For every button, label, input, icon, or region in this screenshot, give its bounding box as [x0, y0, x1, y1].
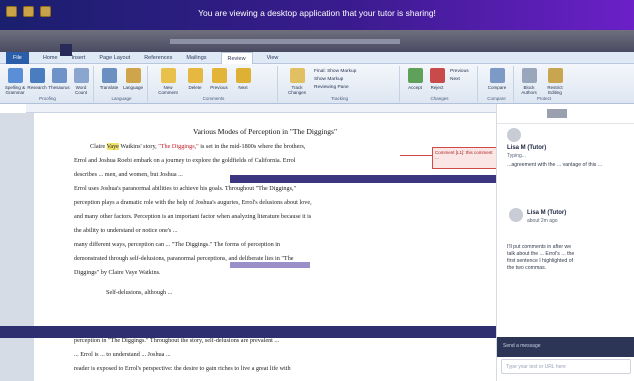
group-label-comments: Comments [202, 96, 225, 101]
screen-share-banner: You are viewing a desktop application th… [198, 8, 436, 18]
previous-change-button[interactable]: Previous [450, 69, 469, 74]
word-count-icon [73, 68, 89, 83]
group-label-language: Language [111, 96, 132, 101]
glitch-artifact [230, 175, 510, 183]
accept-icon [407, 68, 423, 83]
document-title: Various Modes of Perception in "The Digg… [192, 127, 338, 136]
glitch-artifact [230, 262, 310, 268]
compare-button[interactable]: Compare [486, 68, 508, 90]
group-label-protect: Protect [536, 96, 552, 101]
group-label-compare: Compare [487, 96, 506, 101]
title-bar: You are viewing a desktop application th… [0, 0, 634, 30]
accept-button[interactable]: Accept [404, 68, 426, 90]
research-button[interactable]: Research [26, 68, 48, 90]
new-comment-icon [160, 68, 176, 83]
doc-line: Errol uses Joshua's paranormal abilities… [74, 185, 297, 192]
message-author: Lisa M (Tutor) [527, 210, 567, 216]
group-compare: Compare Compare [480, 66, 514, 102]
window-caption [0, 30, 634, 52]
track-changes-button[interactable]: Track Changes [284, 68, 310, 95]
tutor-avatar [509, 208, 523, 222]
delete-comment-icon [187, 68, 203, 83]
chat-input-bar: Send a message [497, 337, 634, 357]
document-page[interactable]: Various Modes of Perception in "The Digg… [34, 113, 496, 381]
chat-input-label: Send a message [503, 343, 541, 349]
spelling-icon [7, 68, 23, 83]
message-status: Typing... [507, 153, 526, 159]
doc-line: Claire Vaye Watkins' story, "The Digging… [90, 143, 306, 150]
ribbon: Spelling & Grammar Research Thesaurus Wo… [0, 64, 634, 104]
comment-connector [400, 155, 432, 156]
block-authors-button[interactable]: Block Authors [518, 68, 540, 95]
language-button[interactable]: Language [122, 68, 144, 90]
reject-icon [429, 68, 445, 83]
chat-header [497, 104, 634, 124]
message-text: ...agreement with the ... vantage of thi… [507, 162, 603, 168]
block-authors-icon [521, 68, 537, 83]
doc-line: demonstrated through self-delusions, par… [74, 255, 294, 262]
group-label-proofing: Proofing [39, 96, 56, 101]
horizontal-ruler[interactable] [26, 104, 526, 113]
previous-comment-icon [211, 68, 227, 83]
group-tracking: Track Changes Final: Show Markup Show Ma… [280, 66, 400, 102]
previous-comment-button[interactable]: Previous [208, 68, 230, 90]
new-comment-button[interactable]: New Comment [154, 68, 182, 95]
group-changes: Accept Reject Previous Next Changes [402, 66, 478, 102]
translate-icon [101, 68, 117, 83]
tutor-avatar [507, 128, 521, 142]
comment-balloon[interactable]: Comment [L1]: this comment ... [432, 147, 500, 169]
doc-line: and many other factors. Perception is an… [74, 213, 312, 220]
next-change-button[interactable]: Next [450, 77, 460, 82]
group-language: Translate Language Language [96, 66, 148, 102]
group-label-tracking: Tracking [330, 96, 349, 101]
word-count-button[interactable]: Word Count [70, 68, 92, 95]
doc-line: Diggings" by Claire Vaye Watkins. [74, 269, 161, 276]
next-comment-button[interactable]: Next [232, 68, 254, 90]
reviewing-pane-dropdown[interactable]: Reviewing Pane [314, 85, 349, 90]
restrict-editing-button[interactable]: Restrict Editing [544, 68, 566, 95]
spelling-button[interactable]: Spelling & Grammar [4, 68, 26, 95]
chat-header-indicator [547, 109, 567, 118]
doc-line: perception in "The Diggings." Throughout… [74, 337, 280, 344]
language-icon [125, 68, 141, 83]
display-for-review-select[interactable]: Final: Show Markup [314, 69, 356, 74]
chat-message-input[interactable]: Type your text or URL here [501, 359, 631, 374]
research-icon [29, 68, 45, 83]
doc-line: Errol and Joshua Roebi embark on a journ… [74, 157, 296, 164]
thesaurus-icon [51, 68, 67, 83]
message-time: about 2m ago [527, 218, 558, 224]
doc-line: reader is exposed to Errol's perspective… [74, 365, 291, 372]
delete-comment-button[interactable]: Delete [184, 68, 206, 90]
show-markup-dropdown[interactable]: Show Markup [314, 77, 343, 82]
group-comments: New Comment Delete Previous Next Comment… [150, 66, 278, 102]
doc-line: ... Errol is ... to understand ... Joshu… [74, 351, 171, 358]
doc-line: Self-delusions, although ... [106, 289, 173, 296]
group-protect: Block Authors Restrict Editing Protect [516, 66, 572, 102]
window-title-text [170, 39, 400, 44]
translate-button[interactable]: Translate [98, 68, 120, 90]
reject-button[interactable]: Reject [426, 68, 448, 90]
doc-line: the ability to understand or notice one'… [74, 227, 178, 234]
ribbon-tabs: File Home Insert Page Layout References … [0, 52, 634, 65]
doc-line: many different ways, perception can ... … [74, 241, 281, 248]
compare-icon [489, 68, 505, 83]
screen: You are viewing a desktop application th… [0, 0, 634, 381]
track-changes-icon [289, 68, 305, 83]
group-proofing: Spelling & Grammar Research Thesaurus Wo… [2, 66, 94, 102]
message-text: I'll put comments in after we talk about… [507, 244, 575, 271]
thesaurus-button[interactable]: Thesaurus [48, 68, 70, 90]
restrict-editing-icon [547, 68, 563, 83]
message-author: Lisa M (Tutor) [507, 145, 547, 151]
glitch-artifact [60, 44, 72, 56]
doc-line: perception plays a dramatic role with th… [74, 199, 312, 206]
chat-panel: Lisa M (Tutor) Typing... ...agreement wi… [496, 104, 634, 381]
group-label-changes: Changes [430, 96, 449, 101]
next-comment-icon [235, 68, 251, 83]
